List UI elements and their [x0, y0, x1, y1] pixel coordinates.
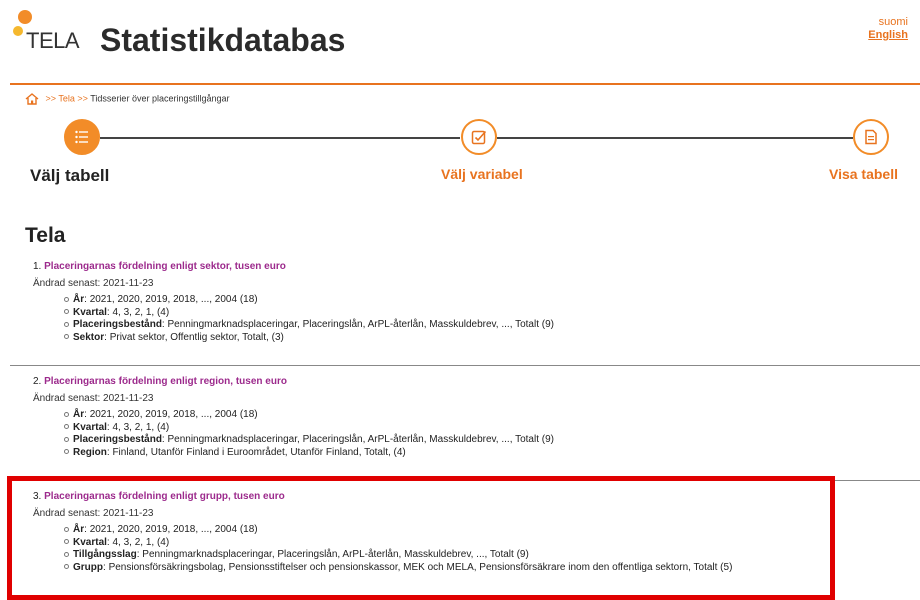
breadcrumb-separator: >>	[77, 93, 88, 104]
variable-name: Placeringsbestånd	[73, 434, 162, 445]
entry-divider	[10, 365, 920, 366]
table-number: 2.	[33, 376, 42, 387]
table-updated: Ändrad senast: 2021-11-23	[33, 278, 153, 289]
logo-dot-yellow	[13, 26, 23, 36]
breadcrumb-current: Tidsserier över placeringstillgångar	[90, 93, 230, 104]
bullet-icon	[64, 334, 69, 340]
variable-values: 2021, 2020, 2019, 2018, ..., 2004 (18)	[89, 294, 258, 305]
variable-item: Placeringsbestånd: Penningmarknadsplacer…	[64, 319, 554, 332]
updated-label: Ändrad senast:	[33, 393, 101, 404]
variable-list: År: 2021, 2020, 2019, 2018, ..., 2004 (1…	[64, 409, 554, 459]
variable-name: År	[73, 294, 85, 305]
language-switcher: suomi English	[868, 16, 908, 42]
tela-logo[interactable]: TELA	[10, 6, 110, 53]
step-progress: Välj tabell Välj variabel Visa tabell	[0, 118, 920, 188]
breadcrumb-separator: >>	[45, 93, 57, 104]
variable-name: Kvartal	[73, 421, 107, 433]
variable-name: Region	[73, 446, 107, 458]
breadcrumb-link-tela[interactable]: Tela	[58, 93, 75, 103]
table-updated: Ändrad senast: 2021-11-23	[33, 393, 153, 404]
variable-name: Kvartal	[73, 306, 107, 318]
step-label-visa-tabell[interactable]: Visa tabell	[829, 166, 898, 182]
document-icon	[865, 129, 877, 145]
table-entry: 1. Placeringarnas fördelning enligt sekt…	[0, 250, 920, 360]
bullet-icon	[64, 296, 69, 302]
bullet-icon	[64, 309, 69, 315]
logo-text: TELA	[26, 28, 80, 53]
updated-date: 2021-11-23	[103, 393, 154, 404]
variable-item: Kvartal: 4, 3, 2, 1, (4)	[64, 422, 554, 435]
site-title: Statistikdatabas	[100, 22, 346, 58]
list-icon	[75, 130, 88, 144]
variable-item: Sektor: Privat sektor, Offentlig sektor,…	[64, 332, 554, 345]
variable-values: 2021, 2020, 2019, 2018, ..., 2004 (18)	[89, 409, 258, 420]
variable-values: Privat sektor, Offentlig sektor, Totalt,…	[109, 331, 284, 343]
logo-dot-orange	[18, 10, 32, 24]
breadcrumb: >> Tela >> Tidsserier över placeringstil…	[25, 93, 230, 105]
bullet-icon	[64, 321, 69, 327]
variable-item: Placeringsbestånd: Penningmarknadsplacer…	[64, 434, 554, 447]
step-label-valj-variabel[interactable]: Välj variabel	[441, 166, 523, 182]
section-heading: Tela	[25, 224, 66, 247]
step-connector	[497, 137, 853, 139]
bullet-icon	[64, 449, 69, 455]
variable-name: Placeringsbestånd	[73, 319, 162, 330]
variable-name: År	[73, 409, 85, 420]
updated-label: Ändrad senast:	[33, 278, 101, 289]
variable-name: Sektor	[73, 331, 105, 343]
bullet-icon	[64, 424, 69, 430]
updated-date: 2021-11-23	[103, 278, 154, 289]
variable-item: Kvartal: 4, 3, 2, 1, (4)	[64, 307, 554, 320]
variable-item: År: 2021, 2020, 2019, 2018, ..., 2004 (1…	[64, 294, 554, 307]
bullet-icon	[64, 436, 69, 442]
header-divider	[10, 83, 920, 85]
checkbox-icon	[471, 130, 487, 145]
variable-item: Region: Finland, Utanför Finland i Euroo…	[64, 447, 554, 460]
bullet-icon	[64, 411, 69, 417]
step-1-circle[interactable]	[64, 119, 100, 155]
variable-values: Finland, Utanför Finland i Euroområdet, …	[112, 446, 406, 458]
variable-item: År: 2021, 2020, 2019, 2018, ..., 2004 (1…	[64, 409, 554, 422]
table-link[interactable]: Placeringarnas fördelning enligt region,…	[44, 376, 287, 387]
variable-values: Penningmarknadsplaceringar, Placeringslå…	[167, 434, 554, 445]
variable-values: 4, 3, 2, 1, (4)	[112, 421, 170, 433]
step-label-valj-tabell: Välj tabell	[30, 166, 110, 185]
home-icon[interactable]	[25, 93, 39, 105]
step-connector	[100, 137, 460, 139]
variable-values: 4, 3, 2, 1, (4)	[112, 306, 170, 318]
step-3-circle[interactable]	[853, 119, 889, 155]
highlight-box	[7, 476, 835, 600]
table-entry: 2. Placeringarnas fördelning enligt regi…	[0, 365, 920, 475]
variable-values: Penningmarknadsplaceringar, Placeringslå…	[167, 319, 554, 330]
language-link-english[interactable]: English	[868, 29, 908, 42]
variable-list: År: 2021, 2020, 2019, 2018, ..., 2004 (1…	[64, 294, 554, 344]
table-title-row: 1. Placeringarnas fördelning enligt sekt…	[33, 261, 286, 272]
table-number: 1.	[33, 261, 42, 272]
table-link[interactable]: Placeringarnas fördelning enligt sektor,…	[44, 261, 286, 272]
step-2-circle[interactable]	[461, 119, 497, 155]
language-link-suomi[interactable]: suomi	[868, 16, 908, 29]
table-title-row: 2. Placeringarnas fördelning enligt regi…	[33, 376, 287, 387]
